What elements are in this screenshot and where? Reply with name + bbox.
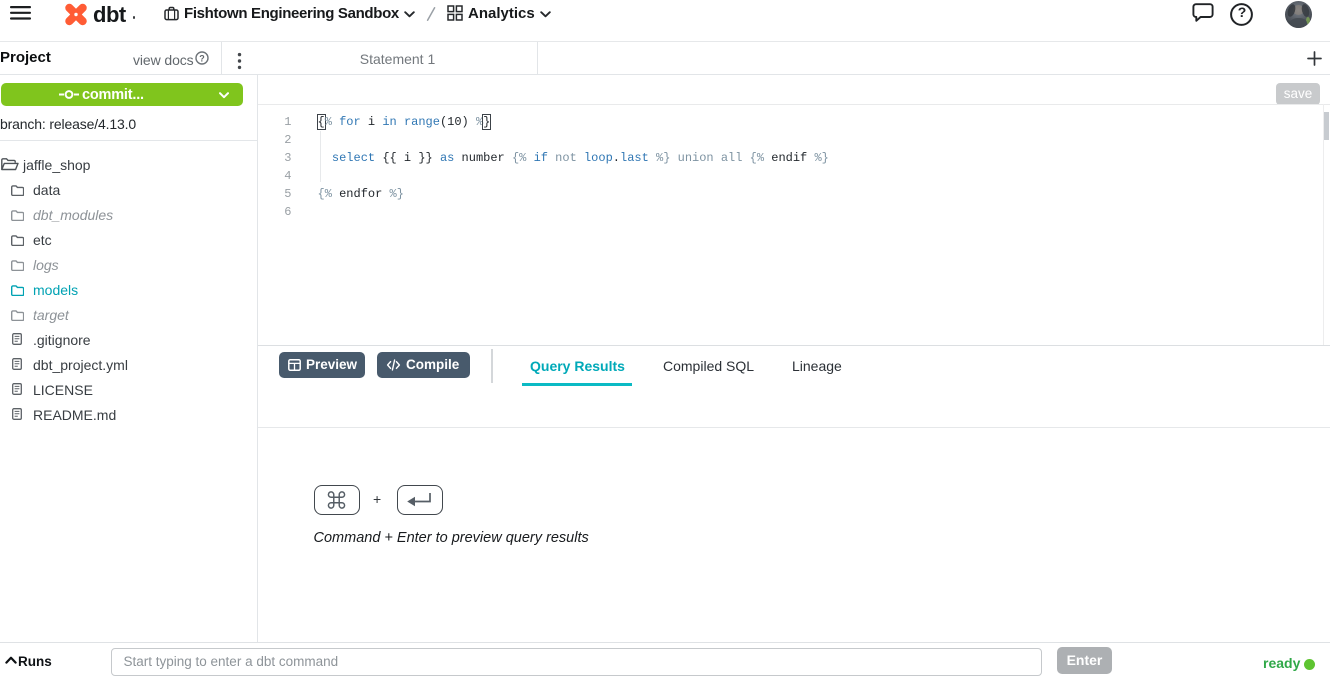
svg-text:?: ? (199, 53, 205, 63)
